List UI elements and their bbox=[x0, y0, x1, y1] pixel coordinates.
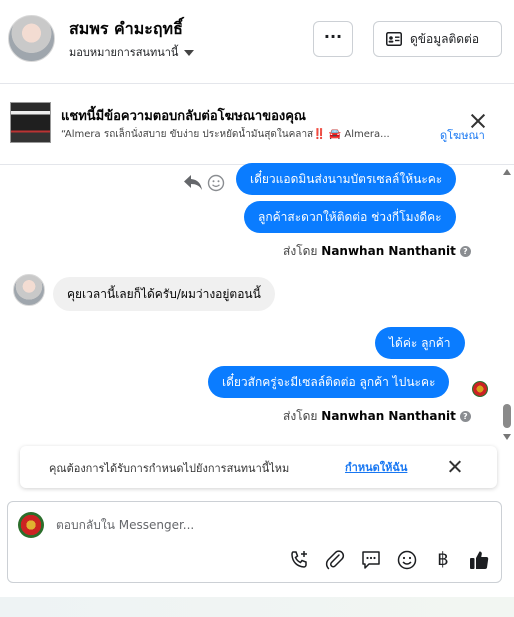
message-bubble-outgoing[interactable]: ได้ค่ะ ลูกค้า bbox=[375, 327, 465, 359]
sender-name: Nanwhan Nanthanit bbox=[321, 244, 456, 258]
contact-avatar[interactable] bbox=[8, 15, 55, 62]
reply-icon[interactable] bbox=[183, 173, 203, 191]
saved-reply-icon[interactable] bbox=[360, 549, 382, 571]
view-contact-info-label: ดูข้อมูลติดต่อ bbox=[410, 31, 480, 46]
footer-strip bbox=[0, 597, 514, 617]
message-bubble-outgoing[interactable]: ลูกค้าสะดวกให้ติดต่อ ช่วงกี่โมงดีคะ bbox=[244, 201, 456, 233]
ad-reply-banner: แชทนี้มีข้อความตอบกลับต่อโฆษณาของคุณ “Al… bbox=[0, 85, 514, 165]
thread-scrollbar[interactable] bbox=[502, 166, 512, 442]
emoji-icon[interactable] bbox=[396, 549, 418, 571]
sent-by-label: ส่งโดย Nanwhan Nanthanit? bbox=[283, 407, 471, 426]
contact-card-icon bbox=[386, 32, 402, 46]
sender-name: Nanwhan Nanthanit bbox=[321, 409, 456, 423]
info-icon[interactable]: ? bbox=[459, 246, 471, 257]
reply-composer: ฿ bbox=[7, 501, 502, 583]
message-bubble-outgoing[interactable]: เดี๋ยวแอดมินส่งนามบัตรเซลล์ให้นะคะ bbox=[236, 163, 457, 195]
currency-icon[interactable]: ฿ bbox=[432, 549, 454, 571]
view-contact-info-button[interactable]: ดูข้อมูลติดต่อ bbox=[373, 21, 502, 57]
contact-avatar-small bbox=[13, 274, 45, 306]
read-receipt-avatar bbox=[472, 381, 488, 397]
assign-prompt-text: คุณต้องการได้รับการกำหนดไปยังการสนทนานี้… bbox=[49, 462, 290, 475]
scrollbar-thumb[interactable] bbox=[503, 404, 511, 428]
like-icon[interactable] bbox=[468, 549, 490, 571]
attachment-icon[interactable] bbox=[324, 549, 346, 571]
sent-by-prefix: ส่งโดย bbox=[283, 244, 318, 258]
assign-dropdown[interactable]: มอบหมายการสนทนานี้ bbox=[69, 43, 195, 61]
sent-by-label: ส่งโดย Nanwhan Nanthanit? bbox=[283, 242, 471, 261]
scroll-up-arrow-icon[interactable] bbox=[503, 169, 511, 175]
contact-name[interactable]: สมพร คำมะฤทธิ์ bbox=[69, 17, 183, 42]
sent-by-prefix: ส่งโดย bbox=[283, 409, 318, 423]
reply-input[interactable] bbox=[56, 516, 456, 534]
message-bubble-incoming[interactable]: คุยเวลานี้เลยก็ได้ครับ/ผมว่างอยู่ตอนนี้ bbox=[53, 277, 275, 311]
scroll-down-arrow-icon[interactable] bbox=[503, 434, 511, 440]
assign-to-me-link[interactable]: กำหนดให้ฉัน bbox=[345, 458, 407, 476]
close-icon[interactable] bbox=[469, 112, 487, 130]
assign-prompt: คุณต้องการได้รับการกำหนดไปยังการสนทนานี้… bbox=[20, 446, 497, 488]
ad-snippet: “Almera รถเล็กนั่งสบาย ขับง่าย ประหยัดน้… bbox=[61, 129, 390, 140]
assign-dropdown-label: มอบหมายการสนทนานี้ bbox=[69, 46, 179, 59]
conversation-header: สมพร คำมะฤทธิ์ มอบหมายการสนทนานี้ ··· ดู… bbox=[0, 0, 514, 84]
info-icon[interactable]: ? bbox=[459, 411, 471, 422]
more-options-button[interactable]: ··· bbox=[313, 21, 353, 57]
page-avatar bbox=[18, 512, 44, 538]
message-bubble-outgoing[interactable]: เดี๋ยวสักครู่จะมีเซลล์ติดต่อ ลูกค้า ไปนะ… bbox=[208, 366, 450, 398]
ad-thumbnail bbox=[10, 102, 51, 143]
chevron-down-icon bbox=[184, 50, 195, 56]
emoji-icon[interactable] bbox=[207, 174, 225, 192]
close-icon[interactable] bbox=[448, 459, 462, 473]
ad-banner-title: แชทนี้มีข้อความตอบกลับต่อโฆษณาของคุณ bbox=[61, 109, 306, 124]
phone-add-icon[interactable] bbox=[288, 549, 310, 571]
